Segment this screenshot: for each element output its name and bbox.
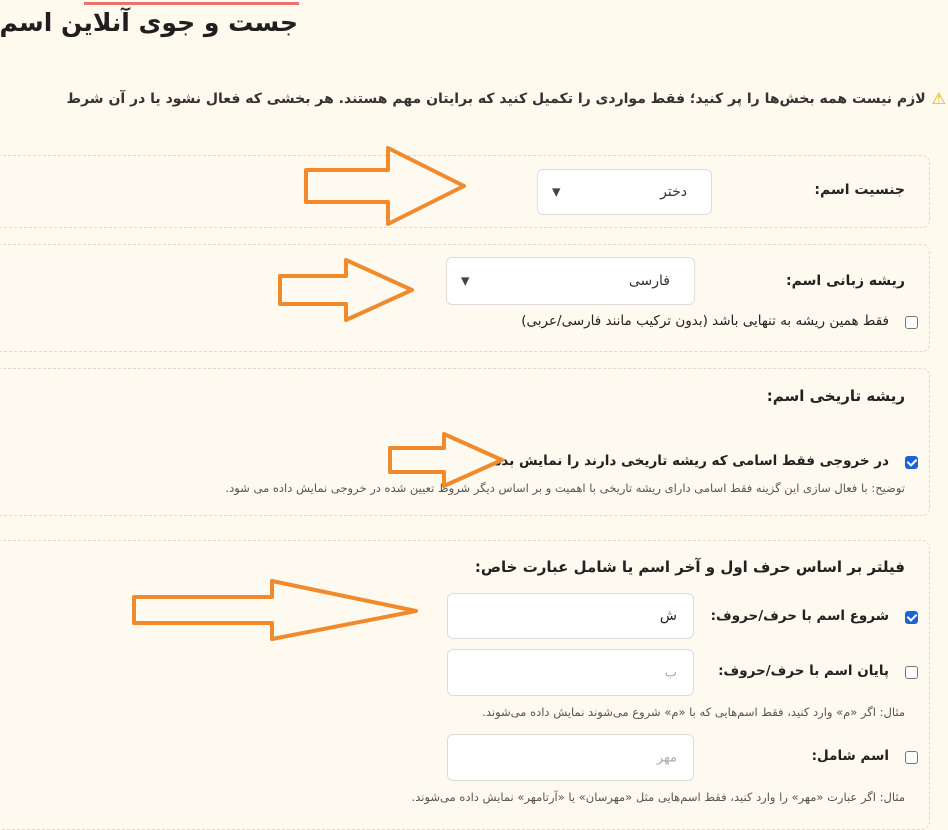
contains-hint: مثال: اگر عبارت «مهر» را وارد کنید، فقط … — [411, 790, 905, 804]
historical-checkbox-label: در خروجی فقط اسامی که ریشه تاریخی دارند … — [493, 453, 889, 469]
only-root-checkbox[interactable] — [905, 316, 918, 329]
filter-heading: فیلتر بر اساس حرف اول و آخر اسم یا شامل … — [474, 558, 905, 576]
gender-select-value: دختر — [660, 184, 687, 200]
title-accent-line — [84, 2, 299, 5]
end-label: پایان اسم با حرف/حروف: — [718, 663, 889, 679]
contains-input[interactable]: مهر — [447, 734, 694, 781]
historical-description: توضیح: با فعال سازی این گزینه فقط اسامی … — [225, 481, 905, 495]
historical-checkbox[interactable] — [905, 456, 918, 469]
contains-input-placeholder: مهر — [656, 750, 677, 765]
annotation-arrow-language — [278, 258, 414, 322]
historical-heading: ریشه تاریخی اسم: — [766, 387, 905, 405]
language-select[interactable]: فارسی ▼ — [446, 257, 695, 305]
start-input-value: ش — [659, 608, 677, 624]
annotation-arrow-filter — [132, 579, 418, 641]
end-input[interactable]: ب — [447, 649, 694, 696]
start-checkbox[interactable] — [905, 611, 918, 624]
warning-icon: ⚠ — [931, 89, 946, 108]
gender-label: جنسیت اسم: — [814, 182, 905, 198]
gender-select[interactable]: دختر ▼ — [537, 169, 712, 215]
notice-banner: ⚠ لازم نیست همه بخش‌ها را پر کنید؛ فقط م… — [67, 89, 946, 108]
chevron-down-icon: ▼ — [461, 274, 470, 288]
chevron-down-icon: ▼ — [552, 185, 561, 199]
start-input[interactable]: ش — [447, 593, 694, 639]
only-root-label: فقط همین ریشه به تنهایی باشد (بدون ترکیب… — [521, 313, 889, 329]
end-input-placeholder: ب — [664, 665, 677, 680]
notice-text: لازم نیست همه بخش‌ها را پر کنید؛ فقط موا… — [66, 90, 926, 107]
contains-checkbox[interactable] — [905, 751, 918, 764]
annotation-arrow-gender — [304, 146, 466, 226]
contains-label: اسم شامل: — [811, 748, 889, 764]
end-checkbox[interactable] — [905, 666, 918, 679]
language-select-value: فارسی — [628, 273, 670, 289]
start-label: شروع اسم با حرف/حروف: — [710, 608, 889, 624]
language-card: ریشه زبانی اسم: فارسی ▼ فقط همین ریشه به… — [0, 244, 930, 352]
end-hint: مثال: اگر «م» وارد کنید، فقط اسم‌هایی که… — [482, 705, 905, 719]
language-label: ریشه زبانی اسم: — [786, 273, 905, 289]
annotation-arrow-historical — [388, 432, 504, 488]
page-title: جست و جوی آنلاین اسم — [0, 8, 298, 37]
